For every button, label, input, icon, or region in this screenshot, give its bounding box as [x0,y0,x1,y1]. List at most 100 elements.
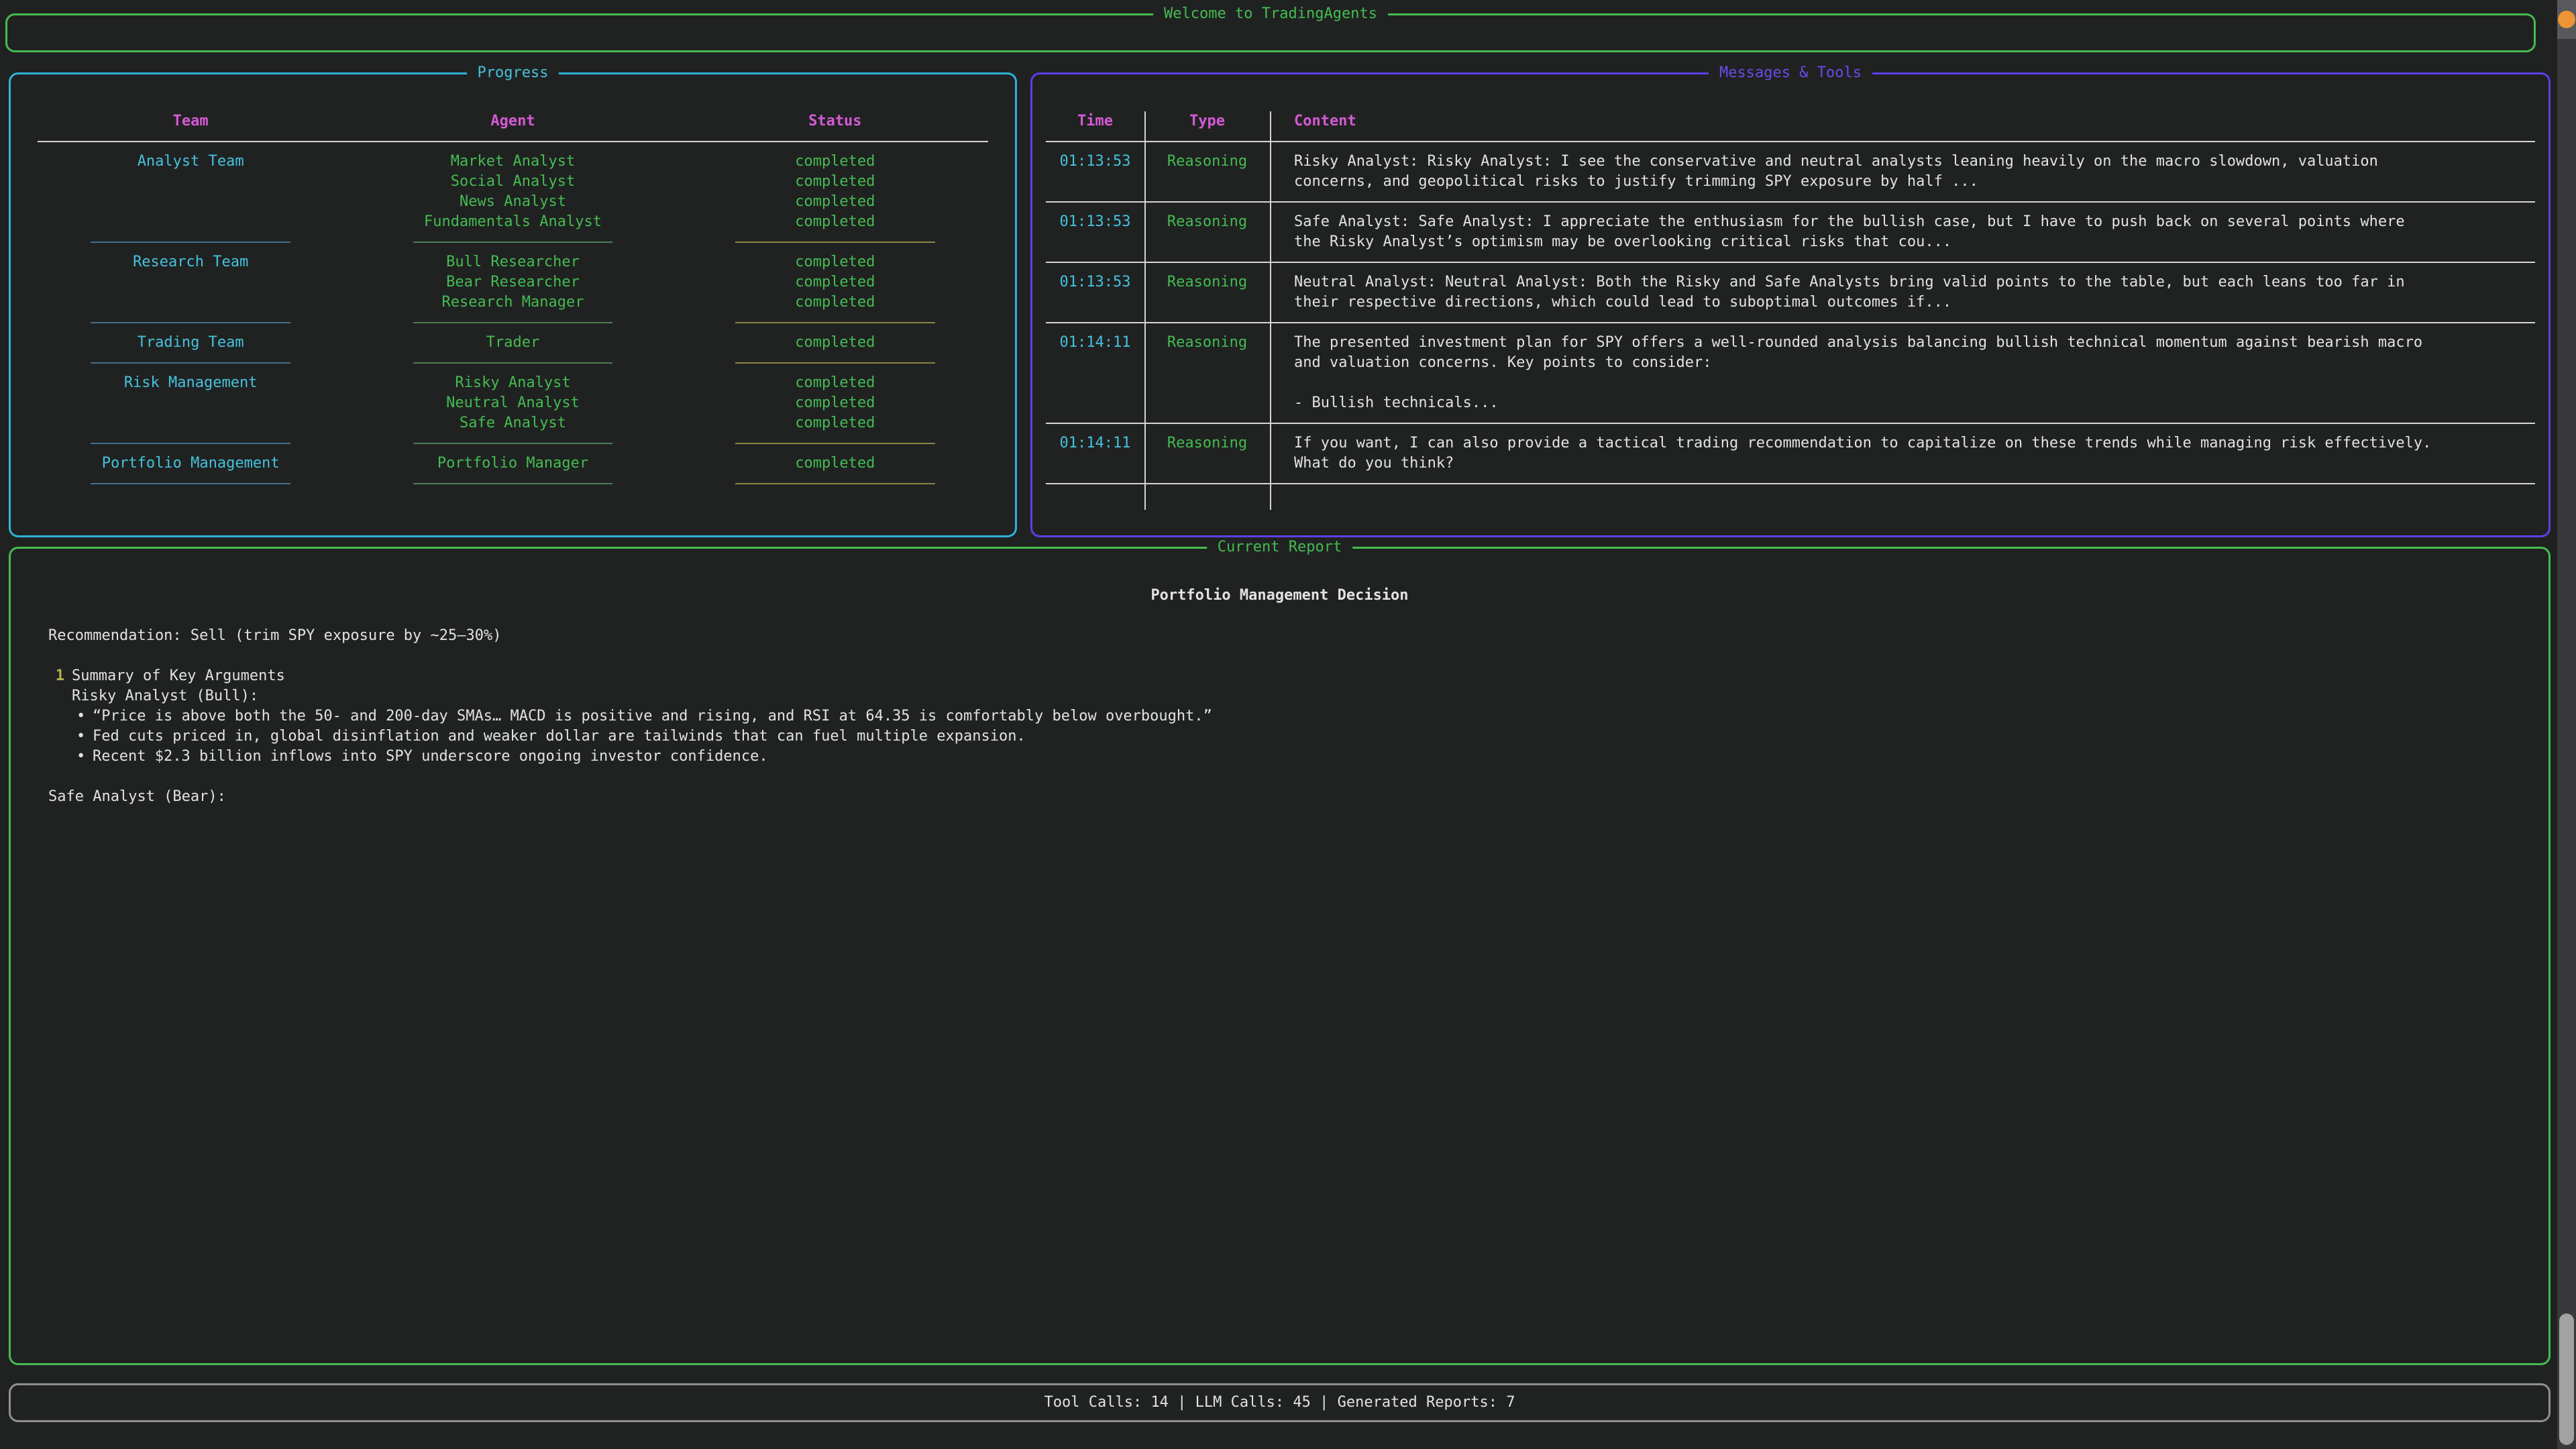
agent-name: Safe Analyst [352,413,674,433]
messages-table-header: Time Type Content [1046,111,2535,131]
message-content: Neutral Analyst: Neutral Analyst: Both t… [1270,272,2535,313]
orange-dot-icon [2558,11,2575,28]
team-name: Portfolio Management [30,453,352,474]
agent-name: News Analyst [352,192,674,212]
message-row: 01:14:11ReasoningIf you want, I can also… [1046,433,2535,474]
table-row: Social Analystcompleted [30,172,996,192]
team-name [30,393,352,413]
agent-status: completed [674,172,996,192]
progress-table: Team Agent Status Analyst TeamMarket Ana… [11,111,1015,494]
message-content: The presented investment plan for SPY of… [1270,333,2535,413]
agent-name: Market Analyst [352,152,674,172]
column-header-type: Type [1144,111,1270,131]
agent-name: Neutral Analyst [352,393,674,413]
report-text: Recent $2.3 billion inflows into SPY und… [93,748,768,765]
table-row: Research Managercompleted [30,292,996,313]
team-name [30,212,352,232]
row-separator [1046,413,2535,433]
column-header-time: Time [1046,111,1144,131]
scrollbar-thumb[interactable] [2559,1313,2574,1445]
welcome-panel: Welcome to TradingAgents [5,13,2536,52]
progress-panel: Progress Team Agent Status Analyst TeamM… [9,72,1017,537]
table-row: Neutral Analystcompleted [30,393,996,413]
messages-table: Time Type Content 01:13:53 Reasoning Risky… [1046,111,2535,510]
team-name [30,192,352,212]
message-content-line: concerns, and geopolitical risks to just… [1294,172,2535,192]
agent-name: Trader [352,333,674,353]
header-separator [1046,131,2535,152]
agent-status: completed [674,333,996,353]
agent-name: Bear Researcher [352,272,674,292]
column-header-agent: Agent [352,111,674,131]
message-type: Reasoning [1144,152,1270,172]
row-separator [1046,252,2535,272]
current-report-panel: Current Report Portfolio Management Deci… [9,547,2551,1365]
messages-table-body: 01:13:53 Reasoning Risky Analyst: Risky An… [1046,152,2535,494]
bullet-icon: • [76,706,93,727]
progress-table-body: Analyst TeamMarket AnalystcompletedSocia… [30,152,996,494]
table-row: Risk ManagementRisky Analystcompleted [30,373,996,393]
agent-status: completed [674,272,996,292]
message-content-line: The presented investment plan for SPY of… [1294,333,2535,353]
message-content-line: Safe Analyst: Safe Analyst: I appreciate… [1294,212,2535,232]
message-time: 01:14:11 [1046,433,1144,453]
message-time: 01:13:53 [1046,212,1144,232]
message-content-line: their respective directions, which could… [1294,292,2535,313]
scrollbar-track[interactable] [2557,0,2576,1449]
report-body: 1Summary of Key ArgumentsRisky Analyst (… [11,666,2548,807]
agent-status: completed [674,212,996,232]
table-row: News Analystcompleted [30,192,996,212]
table-row: Trading TeamTradercompleted [30,333,996,353]
agent-name: Risky Analyst [352,373,674,393]
team-name: Analyst Team [30,152,352,172]
team-name: Research Team [30,252,352,272]
progress-table-header: Team Agent Status [30,111,996,131]
report-line: •Fed cuts priced in, global disinflation… [48,727,2548,747]
agent-status: completed [674,292,996,313]
bullet-icon: • [76,727,93,747]
agent-status: completed [674,393,996,413]
agent-name: Social Analyst [352,172,674,192]
column-header-status: Status [674,111,996,131]
message-content-line: the Risky Analyst’s optimism may be over… [1294,232,2535,252]
agent-name: Portfolio Manager [352,453,674,474]
message-row: 01:14:11ReasoningThe presented investmen… [1046,333,2535,413]
report-recommendation: Recommendation: Sell (trim SPY exposure … [11,626,2548,646]
scrollbar-top-button[interactable] [2557,0,2576,39]
team-name [30,272,352,292]
agent-status: completed [674,453,996,474]
message-content-line: What do you think? [1294,453,2535,474]
footer-panel: Tool Calls: 14 | LLM Calls: 45 | Generat… [9,1383,2551,1422]
group-separator [30,474,996,494]
message-content-line: Risky Analyst: Risky Analyst: I see the … [1294,152,2535,172]
message-content: If you want, I can also provide a tactic… [1270,433,2535,474]
team-name: Trading Team [30,333,352,353]
message-time: 01:14:11 [1046,333,1144,353]
report-line: 1Summary of Key Arguments [48,666,2548,686]
team-name [30,413,352,433]
report-title: Current Report [1207,537,1352,557]
agent-name: Research Manager [352,292,674,313]
message-row: 01:13:53ReasoningNeutral Analyst: Neutra… [1046,272,2535,313]
column-divider [1270,111,1271,510]
welcome-title: Welcome to TradingAgents [1153,4,1388,24]
table-row: Bear Researchercompleted [30,272,996,292]
message-row: 01:13:53ReasoningRisky Analyst: Risky An… [1046,152,2535,192]
table-row: Fundamentals Analystcompleted [30,212,996,232]
agent-status: completed [674,252,996,272]
report-text: Fed cuts priced in, global disinflation … [93,728,1026,745]
agent-name: Fundamentals Analyst [352,212,674,232]
group-separator [30,353,996,373]
agent-status: completed [674,192,996,212]
team-name [30,172,352,192]
group-separator [30,232,996,252]
progress-title: Progress [467,63,559,83]
blank-line [48,767,2548,787]
bullet-icon: • [76,747,93,767]
table-row: Research TeamBull Researchercompleted [30,252,996,272]
table-row: Portfolio ManagementPortfolio Managercom… [30,453,996,474]
report-line: •Recent $2.3 billion inflows into SPY un… [48,747,2548,767]
report-text: “Price is above both the 50- and 200-day… [93,708,1212,724]
message-content-line [1294,373,2535,393]
messages-title: Messages & Tools [1709,63,1872,83]
